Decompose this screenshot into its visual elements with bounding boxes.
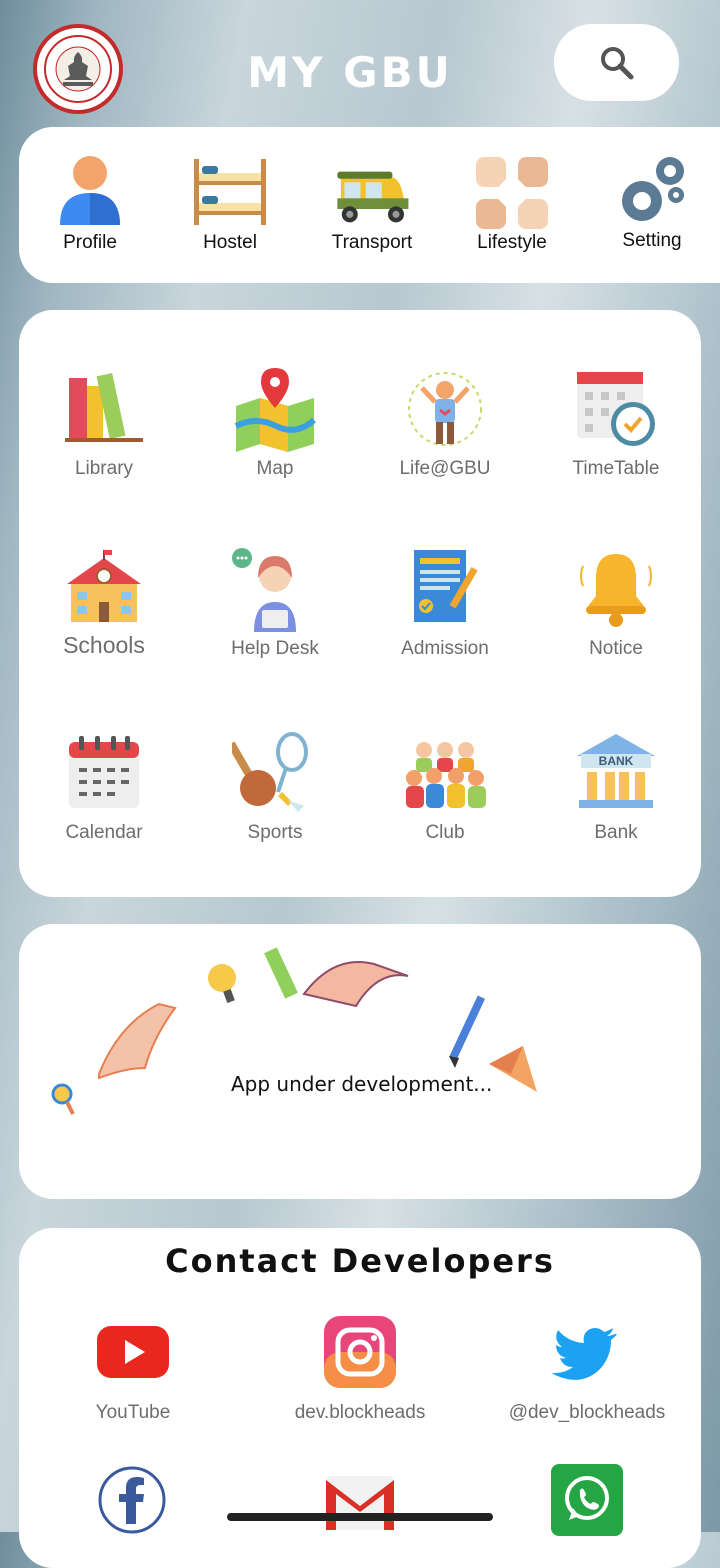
books-icon	[65, 373, 143, 442]
calendar-icon	[69, 736, 139, 808]
facebook-icon	[98, 1466, 166, 1534]
feature-library[interactable]: Library	[29, 366, 179, 506]
quick-nav-label: Hostel	[203, 232, 257, 253]
quick-nav-setting[interactable]: Setting	[592, 127, 712, 283]
feature-help-desk[interactable]: Help Desk	[200, 546, 350, 686]
feature-label: Bank	[594, 822, 638, 843]
stationery-illustration	[51, 947, 537, 1115]
feature-notice[interactable]: Notice	[541, 546, 691, 686]
feature-label: Notice	[589, 638, 643, 659]
feature-label: TimeTable	[572, 458, 660, 479]
student-icon	[408, 372, 482, 446]
svg-text:BANK: BANK	[599, 754, 634, 768]
feature-sports[interactable]: Sports	[200, 730, 350, 870]
auto-rickshaw-icon	[337, 171, 409, 223]
search-button[interactable]	[554, 24, 679, 101]
feature-bank[interactable]: BANK Bank	[541, 730, 691, 870]
bank-icon: BANK	[577, 734, 655, 808]
form-pen-icon	[414, 550, 478, 622]
quick-nav-profile[interactable]: Profile	[30, 127, 150, 283]
feature-map[interactable]: Map	[200, 366, 350, 506]
feature-life-at-gbu[interactable]: Life@GBU	[370, 366, 520, 506]
feature-label: Sports	[247, 822, 303, 843]
gmail-icon	[326, 1476, 394, 1530]
quick-nav-label: Lifestyle	[477, 232, 547, 253]
development-message: App under development...	[231, 1072, 493, 1096]
feature-label: Admission	[401, 638, 489, 659]
quick-nav-lifestyle[interactable]: Lifestyle	[452, 127, 572, 283]
instagram-icon	[324, 1316, 396, 1388]
feature-label: Club	[425, 822, 465, 843]
whatsapp-icon	[551, 1464, 623, 1536]
feature-label: Map	[256, 458, 294, 479]
feature-label: Life@GBU	[399, 458, 491, 479]
bunk-bed-icon	[194, 159, 266, 225]
feature-label: Schools	[63, 632, 145, 658]
feature-calendar[interactable]: Calendar	[29, 730, 179, 870]
quick-nav-label: Transport	[331, 232, 413, 253]
hands-icon	[476, 157, 548, 229]
quick-nav-card: Profile Hostel Transport Lifestyle Setti…	[19, 127, 720, 283]
instagram-label: dev.blockheads	[294, 1402, 426, 1423]
map-icon	[234, 368, 316, 452]
twitter-icon	[551, 1328, 617, 1380]
youtube-label: YouTube	[95, 1402, 171, 1423]
youtube-icon	[97, 1326, 169, 1378]
calendar-clock-icon	[577, 372, 655, 446]
feature-club[interactable]: Club	[370, 730, 520, 870]
feature-schools[interactable]: Schools	[29, 546, 179, 686]
feature-label: Help Desk	[231, 638, 319, 659]
sports-icon	[232, 732, 308, 812]
twitter-label: @dev_blockheads	[508, 1402, 666, 1423]
home-indicator[interactable]	[227, 1513, 493, 1521]
person-icon	[60, 156, 120, 225]
feature-timetable[interactable]: TimeTable	[541, 366, 691, 506]
quick-nav-label: Profile	[63, 232, 117, 253]
school-building-icon	[67, 550, 141, 622]
bell-icon	[580, 554, 652, 627]
gears-icon	[622, 157, 684, 221]
feature-grid-card: Library Map Life@GBU TimeTable Schools H…	[19, 310, 701, 897]
contact-title: Contact Developers	[165, 1242, 555, 1280]
feature-label: Calendar	[65, 822, 143, 843]
people-group-icon	[406, 742, 486, 808]
feature-admission[interactable]: Admission	[370, 546, 520, 686]
search-icon	[600, 46, 633, 79]
app-header: MY GBU	[0, 0, 720, 125]
quick-nav-transport[interactable]: Transport	[312, 127, 432, 283]
support-agent-icon	[232, 548, 296, 632]
development-banner: App under development...	[19, 924, 701, 1199]
feature-label: Library	[74, 458, 134, 479]
quick-nav-label: Setting	[622, 230, 682, 251]
quick-nav-hostel[interactable]: Hostel	[170, 127, 290, 283]
